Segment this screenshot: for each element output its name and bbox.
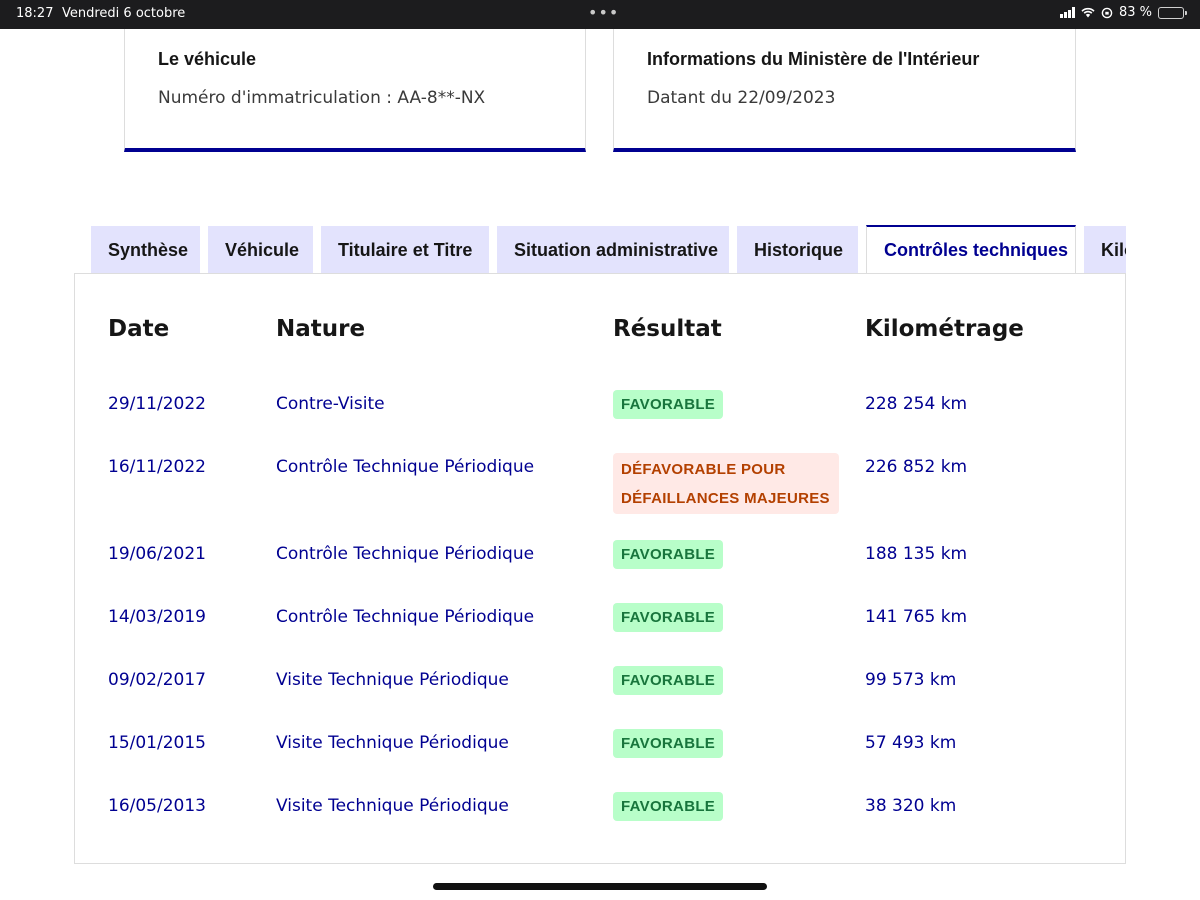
tab-situation-administrative[interactable]: Situation administrative xyxy=(497,226,729,274)
row-date: 16/11/2022 xyxy=(108,457,206,477)
row-nature: Visite Technique Périodique xyxy=(276,670,509,690)
wifi-icon xyxy=(1081,7,1095,18)
battery-percentage: 83 % xyxy=(1118,5,1152,20)
row-date: 15/01/2015 xyxy=(108,733,206,753)
ministry-info-card: Informations du Ministère de l'Intérieur… xyxy=(613,29,1076,152)
ministry-card-title: Informations du Ministère de l'Intérieur xyxy=(647,49,980,69)
row-date: 14/03/2019 xyxy=(108,607,206,627)
result-badge-favorable: FAVORABLE xyxy=(613,729,724,758)
result-badge-favorable: FAVORABLE xyxy=(613,603,724,632)
result-badge-favorable: FAVORABLE xyxy=(613,540,724,569)
row-km: 228 254 km xyxy=(865,394,968,414)
vehicle-card: Le véhicule Numéro d'immatriculation : A… xyxy=(124,29,586,152)
status-time: 18:27 xyxy=(16,6,54,21)
result-badge-favorable: FAVORABLE xyxy=(613,666,724,695)
column-header-nature: Nature xyxy=(276,316,366,342)
battery-icon xyxy=(1158,6,1187,19)
tab-synthese[interactable]: Synthèse xyxy=(91,226,200,274)
row-km: 141 765 km xyxy=(865,607,968,627)
result-line-2: DÉFAILLANCES MAJEURES xyxy=(621,490,830,507)
tab-vehicule[interactable]: Véhicule xyxy=(208,226,313,274)
status-date: Vendredi 6 octobre xyxy=(62,6,186,21)
tab-titulaire-et-titre[interactable]: Titulaire et Titre xyxy=(321,226,489,274)
multitasking-dots-icon[interactable]: ••• xyxy=(588,3,619,22)
result-badge-favorable: FAVORABLE xyxy=(613,390,724,419)
row-km: 99 573 km xyxy=(865,670,957,690)
cellular-signal-icon xyxy=(1059,7,1075,18)
row-nature: Visite Technique Périodique xyxy=(276,796,509,816)
row-nature: Contrôle Technique Périodique xyxy=(276,607,535,627)
status-indicators: 83 % xyxy=(1059,5,1187,20)
row-date: 09/02/2017 xyxy=(108,670,206,690)
status-bar: 18:27 Vendredi 6 octobre ••• 83 % xyxy=(0,0,1200,29)
row-nature: Contre-Visite xyxy=(276,394,385,414)
row-km: 188 135 km xyxy=(865,544,968,564)
tab-historique[interactable]: Historique xyxy=(737,226,858,274)
orientation-lock-icon xyxy=(1101,7,1113,18)
row-km: 226 852 km xyxy=(865,457,968,477)
row-km: 57 493 km xyxy=(865,733,957,753)
tab-kilometrage[interactable]: Kilométrage xyxy=(1084,226,1126,274)
column-header-date: Date xyxy=(108,316,170,342)
home-indicator[interactable] xyxy=(433,883,767,890)
row-nature: Contrôle Technique Périodique xyxy=(276,457,535,477)
result-line-1: DÉFAVORABLE POUR xyxy=(621,461,786,478)
vehicle-card-title: Le véhicule xyxy=(158,49,257,69)
row-nature: Visite Technique Périodique xyxy=(276,733,509,753)
result-badge-defavorable: DÉFAVORABLE POUR DÉFAILLANCES MAJEURES xyxy=(613,453,839,514)
technical-inspections-panel: Date Nature Résultat Kilométrage 29/11/2… xyxy=(74,273,1126,864)
row-km: 38 320 km xyxy=(865,796,957,816)
result-badge-favorable: FAVORABLE xyxy=(613,792,724,821)
row-date: 19/06/2021 xyxy=(108,544,206,564)
row-date: 16/05/2013 xyxy=(108,796,206,816)
ministry-card-date: Datant du 22/09/2023 xyxy=(647,88,836,108)
row-date: 29/11/2022 xyxy=(108,394,206,414)
column-header-resultat: Résultat xyxy=(613,316,722,342)
registration-number: Numéro d'immatriculation : AA-8**-NX xyxy=(158,88,486,108)
tab-bar: Synthèse Véhicule Titulaire et Titre Sit… xyxy=(91,225,1126,274)
column-header-kilometrage: Kilométrage xyxy=(865,316,1024,342)
tab-controles-techniques[interactable]: Contrôles techniques xyxy=(866,225,1076,274)
row-nature: Contrôle Technique Périodique xyxy=(276,544,535,564)
